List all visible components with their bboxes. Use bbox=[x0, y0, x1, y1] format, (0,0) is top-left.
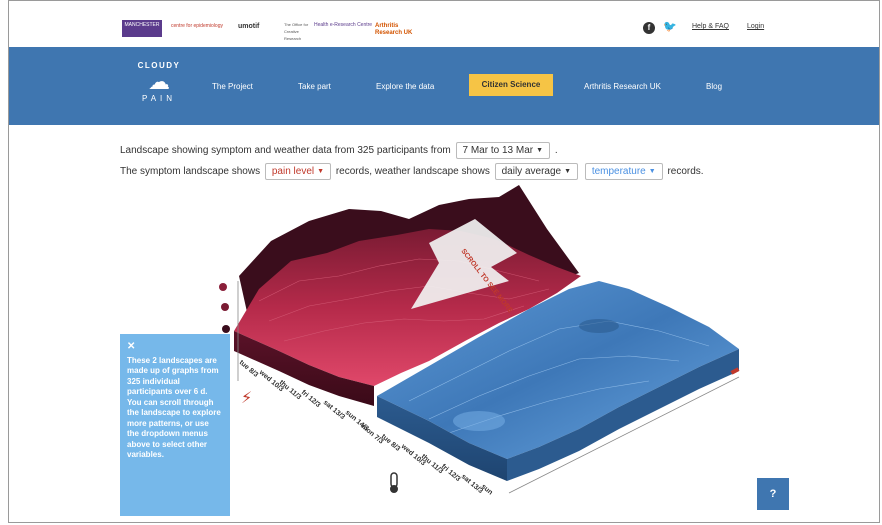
info-text: These 2 landscapes are made up of graphs… bbox=[127, 355, 221, 460]
nav-the-project[interactable]: The Project bbox=[212, 82, 253, 91]
close-icon[interactable]: ✕ bbox=[127, 341, 223, 353]
chevron-down-icon: ▼ bbox=[648, 168, 656, 175]
info-tooltip: ✕ These 2 landscapes are made up of grap… bbox=[120, 334, 230, 516]
cloud-lightning-icon: ☁ bbox=[148, 69, 170, 94]
symptom-dropdown[interactable]: pain level ▼ bbox=[264, 163, 332, 180]
day-label: mon 7/3 bbox=[360, 423, 385, 445]
day-label: tue 8/3 bbox=[238, 359, 260, 379]
line1-prefix: Landscape showing symptom and weather da… bbox=[120, 145, 451, 156]
day-label: sun bbox=[480, 483, 494, 496]
chevron-down-icon: ▼ bbox=[317, 168, 325, 175]
health-research-centre-logo[interactable]: Health e-Research Centre bbox=[314, 22, 374, 38]
thermometer-icon bbox=[390, 472, 398, 493]
line1-suffix: . bbox=[554, 145, 558, 156]
partner-bar: MANCHESTER centre for epidemiology umoti… bbox=[9, 1, 879, 47]
brand-bottom-text: PAIN bbox=[141, 94, 177, 103]
login-link[interactable]: Login bbox=[747, 23, 764, 30]
line2-suffix: records. bbox=[667, 166, 704, 177]
epidemiology-logo[interactable]: centre for epidemiology bbox=[171, 23, 227, 39]
manchester-logo[interactable]: MANCHESTER bbox=[122, 20, 162, 37]
cloudy-pain-logo[interactable]: CLOUDY ☁ PAIN bbox=[134, 61, 184, 103]
line2-prefix: The symptom landscape shows bbox=[120, 166, 261, 177]
pain-face-icon bbox=[221, 303, 229, 311]
arthritis-research-logo[interactable]: Arthritis Research UK bbox=[375, 23, 425, 39]
weather-dip bbox=[579, 319, 619, 333]
day-label: fri 12/3 bbox=[300, 389, 322, 409]
nav-take-part[interactable]: Take part bbox=[298, 82, 331, 91]
day-label: sat 13/3 bbox=[322, 399, 346, 421]
date-range-dropdown[interactable]: 7 Mar to 13 Mar ▼ bbox=[455, 142, 551, 159]
weather-dropdown[interactable]: temperature ▼ bbox=[584, 163, 663, 180]
pain-face-icon bbox=[219, 283, 227, 291]
symptom-value: pain level bbox=[271, 166, 315, 177]
nav-citizen-science[interactable]: Citizen Science bbox=[469, 74, 553, 96]
chevron-down-icon: ▼ bbox=[536, 147, 544, 154]
day-label: sat 13/3 bbox=[460, 473, 484, 495]
facebook-icon[interactable]: f bbox=[643, 22, 655, 34]
nav-explore-data[interactable]: Explore the data bbox=[376, 82, 434, 91]
line2-mid: records, weather landscape shows bbox=[335, 166, 490, 177]
main-nav: CLOUDY ☁ PAIN The Project Take part Expl… bbox=[9, 47, 879, 125]
page-frame: MANCHESTER centre for epidemiology umoti… bbox=[8, 0, 880, 523]
description-line-1: Landscape showing symptom and weather da… bbox=[120, 142, 558, 159]
chevron-down-icon: ▼ bbox=[564, 168, 572, 175]
day-label: tue 8/3 bbox=[380, 433, 402, 453]
nav-arthritis-research[interactable]: Arthritis Research UK bbox=[584, 82, 661, 91]
aggregation-value: daily average bbox=[501, 166, 562, 177]
office-creative-research-logo[interactable]: The Office for Creative Research bbox=[284, 21, 314, 41]
weather-dip bbox=[453, 411, 505, 431]
umotif-logo[interactable]: umotif bbox=[238, 23, 278, 39]
nav-blog[interactable]: Blog bbox=[706, 82, 722, 91]
lightning-icon: ⚡ bbox=[241, 388, 252, 407]
day-label: fri 12/3 bbox=[440, 463, 462, 483]
help-button[interactable]: ? bbox=[757, 478, 789, 510]
weather-value: temperature bbox=[591, 166, 646, 177]
twitter-icon[interactable]: 🐦 bbox=[663, 22, 677, 34]
date-range-value: 7 Mar to 13 Mar bbox=[462, 145, 534, 156]
pain-face-icon bbox=[222, 325, 230, 333]
aggregation-dropdown[interactable]: daily average ▼ bbox=[494, 163, 579, 180]
description-line-2: The symptom landscape shows pain level ▼ … bbox=[120, 163, 704, 180]
help-faq-link[interactable]: Help & FAQ bbox=[692, 23, 729, 30]
